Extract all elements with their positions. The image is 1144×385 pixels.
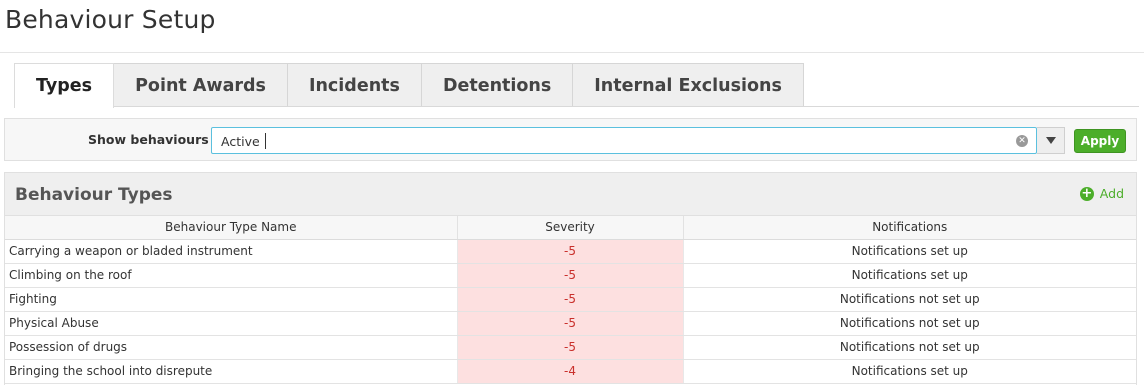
tab-incidents[interactable]: Incidents: [286, 63, 422, 107]
filter-bar: Show behaviours Active ✕ Apply: [4, 118, 1137, 161]
behaviour-name-cell[interactable]: Physical Abuse: [5, 311, 458, 336]
behaviour-name-cell[interactable]: Possession of drugs: [5, 335, 458, 360]
add-label: Add: [1099, 186, 1124, 201]
tab-internal-exclusions[interactable]: Internal Exclusions: [572, 63, 804, 107]
column-header-severity[interactable]: Severity: [457, 216, 684, 240]
add-button[interactable]: + Add: [1079, 185, 1124, 201]
severity-cell: -5: [457, 239, 684, 264]
column-header-notifications[interactable]: Notifications: [683, 216, 1136, 240]
behaviour-name-cell[interactable]: Climbing on the roof: [5, 263, 458, 288]
table-row[interactable]: Possession of drugs -5 Notifications not…: [5, 335, 1136, 360]
clear-icon[interactable]: ✕: [1016, 135, 1028, 147]
tab-detentions[interactable]: Detentions: [420, 63, 574, 107]
notifications-cell: Notifications not set up: [683, 287, 1136, 312]
dropdown-toggle-button[interactable]: [1037, 127, 1065, 154]
notifications-cell: Notifications set up: [683, 239, 1136, 264]
plus-circle-icon: +: [1079, 185, 1094, 201]
page-title: Behaviour Setup: [5, 5, 216, 34]
title-divider: [0, 52, 1144, 53]
tabs-divider: [14, 106, 1139, 107]
behaviour-types-panel: Behaviour Types + Add Behaviour Type Nam…: [4, 172, 1137, 385]
severity-cell: -5: [457, 311, 684, 336]
text-cursor: [265, 133, 266, 149]
tab-point-awards[interactable]: Point Awards: [113, 63, 288, 107]
column-header-name[interactable]: Behaviour Type Name: [5, 216, 458, 240]
severity-cell: -5: [457, 287, 684, 312]
show-behaviours-select[interactable]: Active ✕: [211, 127, 1037, 154]
notifications-cell: Notifications set up: [683, 359, 1136, 384]
table-row[interactable]: Bringing the school into disrepute -4 No…: [5, 359, 1136, 384]
severity-cell: -5: [457, 263, 684, 288]
chevron-down-icon: [1045, 137, 1056, 144]
tab-types[interactable]: Types: [14, 63, 115, 108]
behaviour-name-cell[interactable]: Fighting: [5, 287, 458, 312]
panel-header: Behaviour Types + Add: [5, 173, 1136, 216]
severity-cell: -5: [457, 335, 684, 360]
notifications-cell: Notifications set up: [683, 263, 1136, 288]
table-header-row: Behaviour Type Name Severity Notificatio…: [5, 216, 1136, 240]
behaviour-name-cell[interactable]: Bringing the school into disrepute: [5, 359, 458, 384]
show-behaviours-label: Show behaviours: [88, 132, 209, 147]
table-row[interactable]: Carrying a weapon or bladed instrument -…: [5, 239, 1136, 264]
table-row[interactable]: Fighting -5 Notifications not set up: [5, 287, 1136, 312]
select-value: Active: [221, 134, 260, 149]
tab-bar: Types Point Awards Incidents Detentions …: [14, 63, 804, 108]
behaviour-name-cell[interactable]: Carrying a weapon or bladed instrument: [5, 239, 458, 264]
notifications-cell: Notifications not set up: [683, 335, 1136, 360]
behaviour-types-table: Behaviour Type Name Severity Notificatio…: [5, 216, 1136, 384]
notifications-cell: Notifications not set up: [683, 311, 1136, 336]
table-row[interactable]: Physical Abuse -5 Notifications not set …: [5, 311, 1136, 336]
apply-button[interactable]: Apply: [1074, 129, 1126, 153]
panel-title: Behaviour Types: [15, 185, 173, 205]
table-row[interactable]: Climbing on the roof -5 Notifications se…: [5, 263, 1136, 288]
severity-cell: -4: [457, 359, 684, 384]
